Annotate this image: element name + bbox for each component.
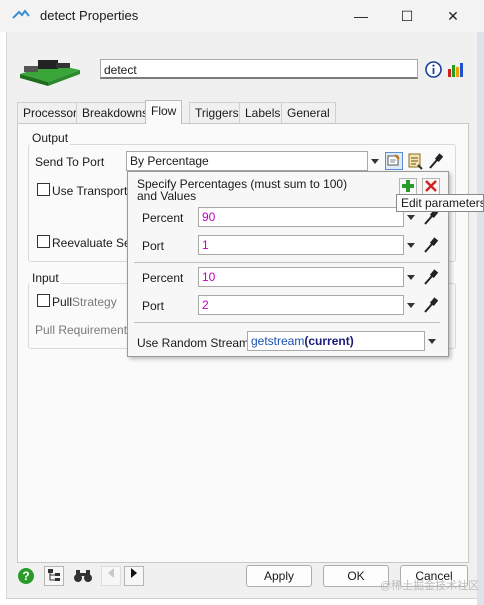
send-to-port-dropdown-icon[interactable]: [371, 159, 379, 164]
find-icon[interactable]: [73, 568, 93, 587]
apply-button[interactable]: Apply: [246, 565, 312, 587]
port-field[interactable]: 2: [198, 295, 404, 315]
info-icon[interactable]: [425, 61, 442, 81]
eyedropper-icon[interactable]: [428, 152, 444, 173]
next-arrow-icon[interactable]: [124, 566, 144, 586]
stats-icon[interactable]: [447, 61, 464, 81]
percent-dropdown-icon[interactable]: [407, 215, 415, 220]
tab-general[interactable]: General: [281, 102, 336, 123]
app-icon: [12, 9, 30, 24]
percent-field[interactable]: 90: [198, 207, 404, 227]
reevaluate-checkbox[interactable]: [37, 235, 50, 248]
object-name-input[interactable]: detect: [100, 59, 418, 79]
reevaluate-label: Reevaluate Sen: [52, 236, 138, 250]
strategy-label: Strategy: [72, 295, 117, 309]
tab-breakdowns[interactable]: Breakdowns: [76, 102, 155, 123]
percent-dropdown-icon[interactable]: [407, 275, 415, 280]
input-group-label: Input: [30, 271, 61, 285]
tab-triggers[interactable]: Triggers: [189, 102, 245, 123]
random-stream-label: Use Random Stream: [137, 336, 250, 350]
close-button[interactable]: ✕: [430, 0, 476, 32]
output-group-label: Output: [30, 131, 71, 145]
pull-requirement-label: Pull Requirement: [35, 323, 128, 337]
background-window-strip: [477, 32, 484, 605]
use-transport-label: Use Transport: [52, 184, 128, 198]
eyedropper-icon[interactable]: [423, 268, 439, 289]
random-stream-arg: (current): [304, 334, 354, 348]
object-3d-icon: [18, 54, 84, 91]
percent-label: Percent: [142, 271, 184, 285]
use-transport-checkbox[interactable]: [37, 183, 50, 196]
tab-processor[interactable]: Processor: [17, 102, 84, 123]
tab-flow[interactable]: Flow: [145, 100, 183, 124]
pull-label: Pull: [52, 295, 73, 309]
maximize-button[interactable]: ☐: [384, 0, 430, 32]
port-label: Port: [142, 239, 165, 253]
window-title: detect Properties: [40, 8, 139, 23]
percent-field[interactable]: 10: [198, 267, 404, 287]
edit-parameters-icon[interactable]: [385, 152, 403, 170]
minimize-button[interactable]: —: [338, 0, 384, 32]
popup-header-line2: and Values: [137, 189, 197, 203]
watermark: @稀土掘金技术社区: [380, 580, 480, 592]
tree-icon[interactable]: [44, 566, 64, 586]
send-to-port-label: Send To Port: [35, 155, 105, 169]
row-separator: [134, 322, 440, 323]
port-dropdown-icon[interactable]: [407, 303, 415, 308]
port-field[interactable]: 1: [198, 235, 404, 255]
random-stream-field[interactable]: getstream(current): [247, 331, 425, 351]
help-icon[interactable]: ?: [17, 567, 35, 588]
pull-checkbox[interactable]: [37, 294, 50, 307]
percent-label: Percent: [142, 211, 184, 225]
code-edit-icon[interactable]: [408, 152, 424, 173]
random-stream-dropdown-icon[interactable]: [428, 339, 436, 344]
prev-arrow-icon[interactable]: [101, 566, 121, 586]
svg-text:?: ?: [22, 569, 29, 583]
eyedropper-icon[interactable]: [423, 236, 439, 257]
edit-parameters-tooltip: Edit parameters fo: [396, 194, 484, 212]
random-stream-func: getstream: [251, 334, 305, 348]
port-dropdown-icon[interactable]: [407, 243, 415, 248]
row-separator: [134, 262, 440, 263]
eyedropper-icon[interactable]: [423, 296, 439, 317]
port-label: Port: [142, 299, 165, 313]
tab-labels[interactable]: Labels: [239, 102, 287, 123]
send-to-port-field[interactable]: By Percentage: [126, 151, 368, 171]
